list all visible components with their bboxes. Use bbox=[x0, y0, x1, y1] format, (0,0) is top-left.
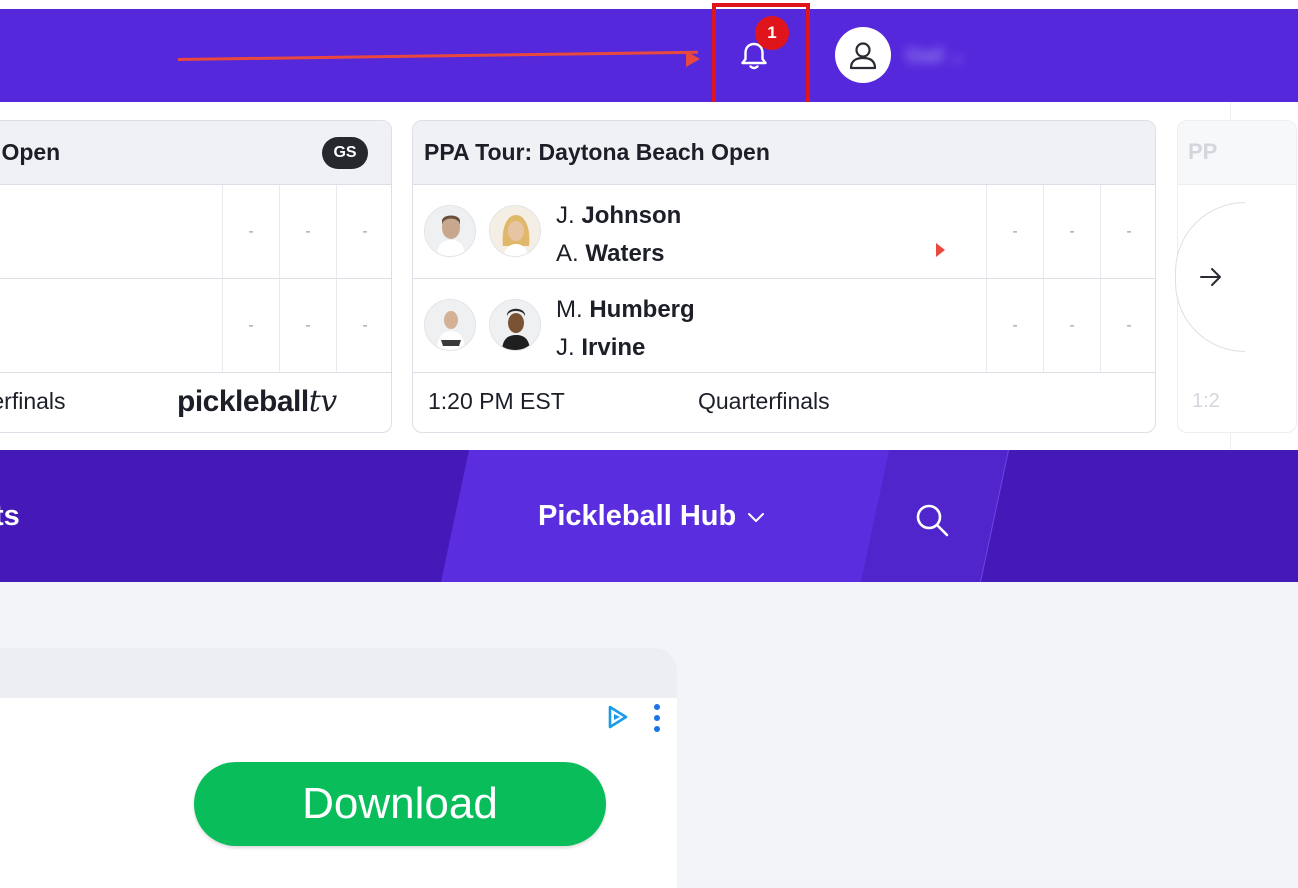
chevron-down-icon bbox=[748, 512, 765, 522]
score-cell: - bbox=[222, 185, 279, 278]
card-title: PPA Tour: Daytona Beach Open bbox=[424, 139, 770, 165]
match-time: 1:20 PM EST bbox=[428, 388, 565, 414]
score-cell: - bbox=[986, 279, 1043, 372]
score-cell: - bbox=[1100, 279, 1155, 372]
score-cell: - bbox=[222, 279, 279, 372]
annotation-marker bbox=[936, 243, 945, 257]
score-card[interactable]: PPA Tour: Daytona Beach Open J. Johnson … bbox=[412, 120, 1156, 433]
match-row: - - - bbox=[0, 279, 391, 373]
card-title: PP bbox=[1188, 139, 1218, 164]
card-header: n Open GS bbox=[0, 121, 391, 185]
player-initial: M. bbox=[556, 296, 583, 323]
match-row: J. Johnson A. Waters - - - bbox=[413, 185, 1155, 279]
player-initial: A. bbox=[556, 240, 579, 267]
score-cell: - bbox=[1100, 185, 1155, 278]
user-name: Gail bbox=[906, 45, 944, 67]
card-footer: 1:20 PM EST Quarterfinals bbox=[413, 373, 1155, 432]
match-time: 1:2 bbox=[1192, 390, 1220, 412]
main-navigation: ts Pickleball Hub bbox=[0, 450, 1298, 582]
match-row: - - - bbox=[0, 185, 391, 279]
nav-pickleball-hub[interactable]: Pickleball Hub bbox=[538, 500, 766, 533]
card-header: PPA Tour: Daytona Beach Open bbox=[413, 121, 1155, 185]
card-footer: terfinals pickleballtv bbox=[0, 373, 391, 432]
player-initial: J. bbox=[556, 202, 575, 229]
search-icon[interactable] bbox=[912, 500, 952, 540]
nav-hub-label: Pickleball Hub bbox=[538, 500, 737, 532]
arrow-right-icon bbox=[1199, 268, 1221, 286]
round-label: Quarterfinals bbox=[698, 388, 830, 414]
top-header-bar bbox=[0, 9, 1298, 102]
round-label: terfinals bbox=[0, 388, 66, 414]
player-initial: J. bbox=[556, 334, 575, 361]
player-photo bbox=[424, 299, 476, 351]
card-title: n Open bbox=[0, 139, 61, 165]
player-last-name: Waters bbox=[585, 240, 665, 267]
score-cell: - bbox=[336, 279, 391, 372]
score-cell: - bbox=[986, 185, 1043, 278]
gs-badge: GS bbox=[322, 137, 368, 169]
user-avatar-icon bbox=[849, 42, 877, 70]
player-photo bbox=[489, 205, 541, 257]
player-last-name: Humberg bbox=[589, 296, 695, 323]
score-card[interactable]: n Open GS - - - - - - terfinals pickleba… bbox=[0, 120, 392, 433]
ad-header bbox=[0, 648, 677, 698]
user-name-blurred[interactable]: Gail ⌄ bbox=[906, 43, 966, 68]
pickleballtv-logo: pickleballtv bbox=[177, 384, 337, 419]
notification-badge: 1 bbox=[755, 16, 789, 50]
team-names: J. Johnson A. Waters bbox=[556, 197, 681, 273]
annotation-arrow-head bbox=[686, 51, 700, 67]
user-avatar[interactable] bbox=[835, 27, 891, 83]
player-photo bbox=[489, 299, 541, 351]
player-last-name: Johnson bbox=[581, 202, 682, 229]
score-cell: - bbox=[1043, 185, 1100, 278]
score-cell: - bbox=[336, 185, 391, 278]
player-photo bbox=[424, 205, 476, 257]
adchoices-icon[interactable] bbox=[604, 704, 630, 730]
logo-suffix-text: tv bbox=[308, 384, 338, 419]
nav-item-partial[interactable]: ts bbox=[0, 500, 20, 533]
logo-main-text: pickleball bbox=[177, 385, 309, 418]
page: { "colors": { "brand_purple": "#5628dc",… bbox=[0, 0, 1298, 888]
score-cell: - bbox=[279, 279, 336, 372]
match-row: M. Humberg J. Irvine - - - bbox=[413, 279, 1155, 373]
score-cell: - bbox=[279, 185, 336, 278]
download-button[interactable]: Download bbox=[194, 762, 606, 846]
kebab-menu-icon[interactable] bbox=[653, 704, 661, 732]
player-last-name: Irvine bbox=[581, 334, 646, 361]
score-cell: - bbox=[1043, 279, 1100, 372]
team-names: M. Humberg J. Irvine bbox=[556, 291, 695, 367]
